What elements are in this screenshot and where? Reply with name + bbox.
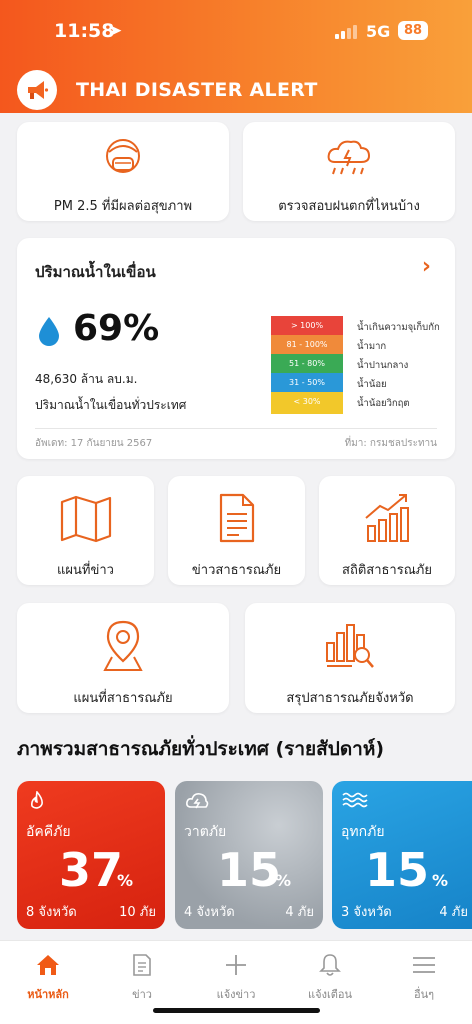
stat-card-fire[interactable]: อัคคีภัย 37 % 8 จังหวัด 10 ภัย bbox=[17, 781, 165, 929]
legend-item: น้ำน้อยวิกฤต bbox=[357, 398, 410, 409]
water-level-scale: > 100% 81 - 100% 51 - 80% 31 - 50% < 30% bbox=[271, 316, 343, 414]
tab-label: อื่นๆ bbox=[413, 988, 435, 1001]
tab-label: แจ้งข่าว bbox=[216, 988, 256, 1001]
dam-volume: 48,630 ล้าน ลบ.ม. bbox=[35, 372, 138, 386]
tile-province-summary[interactable]: สรุปสาธารณภัยจังหวัด bbox=[245, 603, 455, 713]
wave-icon bbox=[342, 792, 368, 808]
stat-provinces: 8 จังหวัด bbox=[26, 905, 77, 920]
growth-chart-icon bbox=[365, 494, 409, 542]
app-title: THAI DISASTER ALERT bbox=[76, 79, 318, 101]
stat-incidents: 4 ภัย bbox=[439, 905, 468, 920]
level-legend: น้ำเกินความจุเก็บกัก น้ำมาก น้ำปานกลาง น… bbox=[357, 320, 440, 415]
home-icon bbox=[37, 955, 59, 975]
app-header: 11:58 ➤ 5G 88 THAI DISASTER ALERT bbox=[0, 0, 472, 113]
level-band: > 100% bbox=[271, 316, 343, 336]
menu-icon bbox=[413, 957, 435, 973]
chevron-right-icon[interactable]: › bbox=[422, 254, 431, 279]
bar-search-icon bbox=[326, 624, 374, 668]
level-band: 51 - 80% bbox=[271, 354, 343, 374]
legend-item: น้ำปานกลาง bbox=[357, 360, 409, 371]
map-icon bbox=[60, 495, 111, 543]
dam-caption: ปริมาณน้ำในเขื่อนทั่วประเทศ bbox=[35, 398, 187, 412]
legend-item: น้ำมาก bbox=[357, 341, 387, 352]
tab-report[interactable]: แจ้งข่าว bbox=[196, 953, 276, 1003]
level-band: 31 - 50% bbox=[271, 373, 343, 393]
stat-incidents: 4 ภัย bbox=[285, 905, 314, 920]
tile-rain-label: ตรวจสอบฝนตกที่ไหนบ้าง bbox=[278, 199, 420, 214]
location-arrow-icon: ➤ bbox=[108, 21, 123, 41]
stat-name: อัคคีภัย bbox=[26, 824, 71, 840]
stat-unit: % bbox=[117, 871, 134, 890]
tab-label: ข่าว bbox=[132, 988, 152, 1001]
tab-label: แจ้งเตือน bbox=[308, 988, 352, 1001]
tab-notifications[interactable]: แจ้งเตือน bbox=[290, 953, 370, 1003]
dam-card[interactable]: ปริมาณน้ำในเขื่อน › 69% 48,630 ล้าน ลบ.ม… bbox=[17, 238, 455, 459]
tile-disaster-news-label: ข่าวสาธารณภัย bbox=[191, 563, 282, 578]
fire-icon bbox=[31, 791, 43, 809]
tile-rain[interactable]: ตรวจสอบฝนตกที่ไหนบ้าง bbox=[243, 122, 455, 221]
tile-news-map-label: แผนที่ข่าว bbox=[57, 563, 114, 578]
tile-statistics[interactable]: สถิติสาธารณภัย bbox=[319, 476, 455, 585]
tile-statistics-label: สถิติสาธารณภัย bbox=[342, 563, 432, 578]
bell-icon bbox=[319, 954, 341, 976]
dam-updated: อัพเดท: 17 กันยายน 2567 bbox=[35, 438, 153, 449]
megaphone-logo-icon bbox=[17, 70, 57, 110]
stat-card-flood[interactable]: อุทกภัย 15 % 3 จังหวัด 4 ภัย bbox=[332, 781, 472, 929]
home-indicator bbox=[153, 1008, 320, 1013]
tile-pm25-label: PM 2.5 ที่มีผลต่อสุขภาพ bbox=[53, 199, 193, 214]
tile-province-summary-label: สรุปสาธารณภัยจังหวัด bbox=[286, 691, 414, 706]
stat-incidents: 10 ภัย bbox=[119, 905, 156, 920]
tab-news[interactable]: ข่าว bbox=[102, 953, 182, 1003]
news-icon bbox=[133, 954, 151, 976]
storm-icon bbox=[186, 793, 209, 809]
stat-provinces: 3 จังหวัด bbox=[341, 905, 392, 920]
signal-icon bbox=[335, 24, 357, 39]
mask-face-icon bbox=[106, 139, 140, 173]
network-type: 5G bbox=[366, 22, 391, 41]
dam-source: ที่มา: กรมชลประทาน bbox=[344, 438, 437, 449]
document-icon bbox=[219, 493, 254, 543]
stat-unit: % bbox=[275, 871, 292, 890]
map-pin-icon bbox=[103, 620, 143, 671]
tab-home[interactable]: หน้าหลัก bbox=[8, 953, 88, 1003]
stat-name: อุทกภัย bbox=[341, 824, 385, 840]
legend-item: น้ำน้อย bbox=[357, 379, 387, 390]
stat-value: 37 bbox=[58, 843, 123, 897]
water-drop-icon bbox=[39, 317, 59, 346]
stat-unit: % bbox=[432, 871, 449, 890]
status-time: 11:58 bbox=[54, 20, 115, 42]
stat-provinces: 4 จังหวัด bbox=[184, 905, 235, 920]
stat-value: 15 bbox=[216, 843, 281, 897]
tile-disaster-news[interactable]: ข่าวสาธารณภัย bbox=[168, 476, 305, 585]
plus-icon bbox=[226, 955, 246, 975]
tile-pm25[interactable]: PM 2.5 ที่มีผลต่อสุขภาพ bbox=[17, 122, 229, 221]
tile-disaster-map[interactable]: แผนที่สาธารณภัย bbox=[17, 603, 229, 713]
battery-icon: 88 bbox=[398, 21, 428, 40]
rain-cloud-icon bbox=[327, 140, 371, 175]
divider bbox=[35, 428, 437, 429]
tab-more[interactable]: อื่นๆ bbox=[384, 953, 464, 1003]
stat-name: วาตภัย bbox=[184, 824, 227, 840]
dam-percent: 69% bbox=[73, 308, 160, 349]
legend-item: น้ำเกินความจุเก็บกัก bbox=[357, 322, 440, 333]
status-bar: 11:58 ➤ 5G 88 bbox=[0, 20, 472, 44]
tile-news-map[interactable]: แผนที่ข่าว bbox=[17, 476, 154, 585]
overview-title: ภาพรวมสาธารณภัยทั่วประเทศ (รายสัปดาห์) bbox=[17, 738, 385, 760]
dam-title: ปริมาณน้ำในเขื่อน bbox=[35, 263, 156, 281]
tile-disaster-map-label: แผนที่สาธารณภัย bbox=[73, 691, 173, 706]
level-band: 81 - 100% bbox=[271, 335, 343, 355]
stat-card-storm[interactable]: วาตภัย 15 % 4 จังหวัด 4 ภัย bbox=[175, 781, 323, 929]
tab-label: หน้าหลัก bbox=[27, 988, 69, 1001]
level-band: < 30% bbox=[271, 392, 343, 414]
